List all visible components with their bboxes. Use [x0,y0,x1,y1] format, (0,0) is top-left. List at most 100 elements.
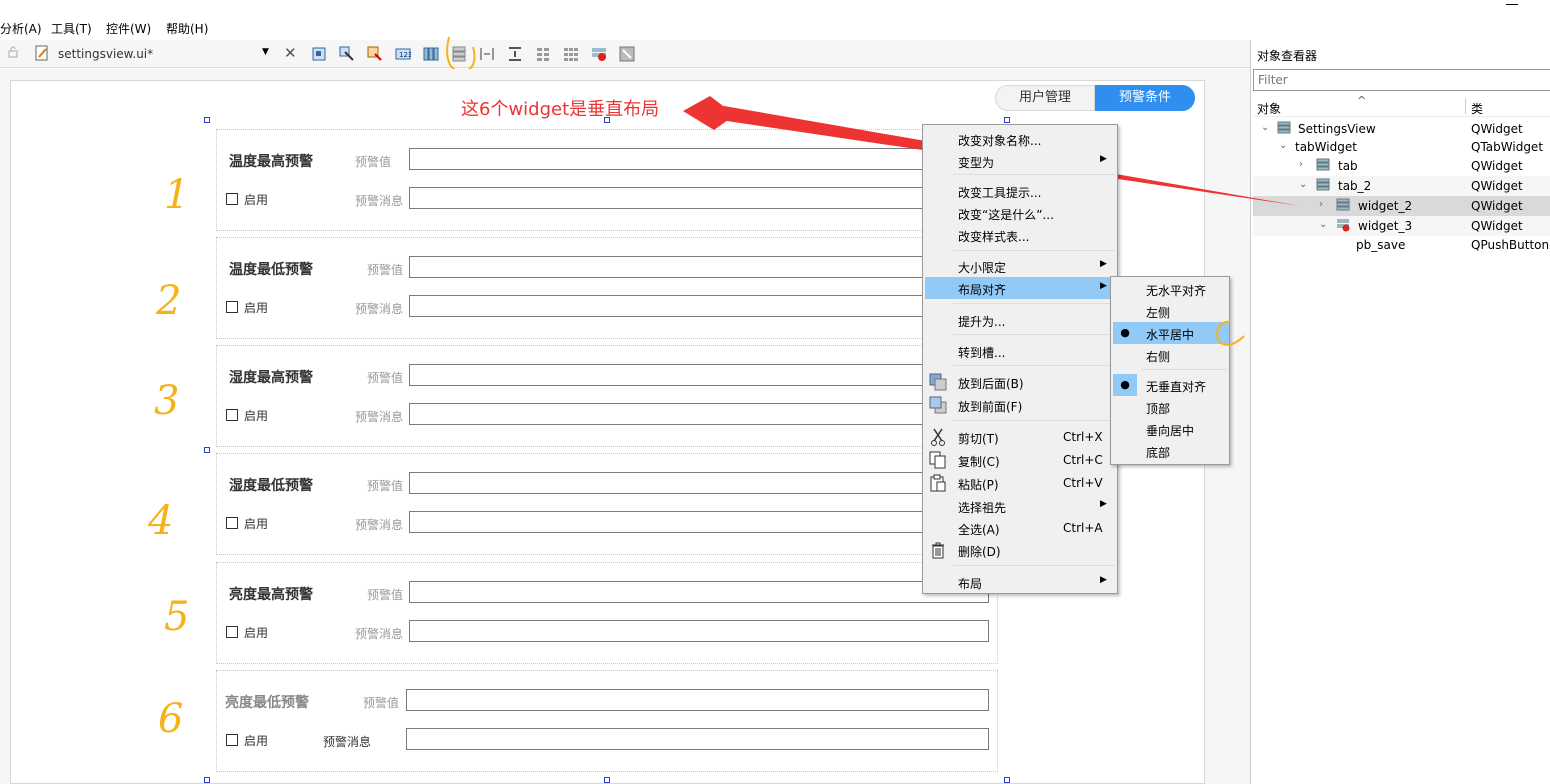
chevron-down-icon[interactable]: ▼ [262,47,269,57]
enable-checkbox[interactable] [226,409,238,421]
menu-item-whatsthis[interactable]: 改变“这是什么”... [925,202,1117,224]
menu-item-copy[interactable]: 复制(C) Ctrl+C [925,449,1117,471]
tree-row-tabwidget[interactable]: ⌄ tabWidget QTabWidget [1253,137,1550,157]
alert-group[interactable]: 湿度最高预警 预警值 启用 预警消息 [216,345,998,447]
value-input[interactable] [409,472,989,494]
selection-handle[interactable] [204,117,210,123]
align-hcenter[interactable]: ● 水平居中 [1113,322,1229,344]
align-right[interactable]: 右侧 [1113,344,1229,366]
menu-analyze[interactable]: 分析(A) [0,20,42,37]
filter-input[interactable]: Filter [1253,69,1550,91]
edit-tab-order-icon[interactable]: 123 [395,46,412,62]
enable-checkbox[interactable] [226,193,238,205]
layout-form-icon[interactable] [535,46,551,62]
menu-item-delete[interactable]: 删除(D) [925,539,1117,561]
chevron-down-icon[interactable]: ⌄ [1299,179,1307,190]
menu-item-layout[interactable]: 布局 ▶ [925,571,1117,593]
adjust-size-icon[interactable] [619,46,635,62]
enable-checkbox[interactable] [226,734,238,746]
menu-item-size-constraints[interactable]: 大小限定 ▶ [925,255,1117,277]
alert-group[interactable]: 湿度最低预警 预警值 启用 预警消息 [216,453,998,555]
message-input[interactable] [406,728,989,750]
edit-signals-icon[interactable] [339,46,355,62]
enable-checkbox[interactable] [226,517,238,529]
break-layout-icon[interactable] [591,46,607,62]
edit-buddies-icon[interactable] [367,46,383,62]
selection-handle[interactable] [1004,777,1010,783]
message-input[interactable] [409,620,989,642]
value-input[interactable] [409,581,989,603]
value-input[interactable] [406,689,989,711]
chevron-down-icon[interactable]: ⌄ [1261,122,1269,133]
menu-item-go-to-slot[interactable]: 转到槽... [925,340,1117,362]
enable-checkbox[interactable] [226,626,238,638]
selection-handle[interactable] [204,777,210,783]
message-input[interactable] [409,187,989,209]
menu-item-layout-alignment[interactable]: 布局对齐 ▶ [925,277,1117,299]
layout-grid-icon[interactable] [563,46,579,62]
col-object-header[interactable]: 对象 [1257,100,1281,117]
value-input[interactable] [409,148,989,170]
tree-row-settingsview[interactable]: ⌄ SettingsView QWidget [1253,119,1550,139]
menu-tools[interactable]: 工具(T) [51,20,92,37]
message-input[interactable] [409,511,989,533]
menu-item-cut[interactable]: 剪切(T) Ctrl+X [925,426,1117,448]
tree-row-tab2[interactable]: ⌄ tab_2 QWidget [1253,176,1550,196]
menu-item-select-all[interactable]: 全选(A) Ctrl+A [925,517,1117,539]
group-title: 亮度最低预警 [225,695,309,711]
menu-item-send-back[interactable]: 放到后面(B) [925,371,1117,393]
alert-group[interactable]: 温度最低预警 预警值 启用 预警消息 [216,237,998,339]
lock-icon[interactable] [8,46,18,58]
message-input[interactable] [409,403,989,425]
menu-item-stylesheet[interactable]: 改变样式表... [925,224,1117,246]
tree-row-tab[interactable]: › tab QWidget [1253,156,1550,176]
tab-alert-conditions[interactable]: 预警条件 [1095,85,1195,111]
menu-item-paste[interactable]: 粘贴(P) Ctrl+V [925,472,1117,494]
layout-splitter-v-icon[interactable] [507,46,523,62]
message-input[interactable] [409,295,989,317]
alert-group[interactable]: 亮度最低预警 预警值 启用 预警消息 [216,670,998,772]
enable-label: 启用 [244,193,269,207]
menu-item-tooltip[interactable]: 改变工具提示... [925,180,1117,202]
value-label: 预警值 [355,155,392,169]
handwritten-number: 4 [148,498,174,544]
tab-user-management[interactable]: 用户管理 [995,85,1095,111]
layout-splitter-h-icon[interactable] [479,46,495,62]
menu-item-bring-front[interactable]: 放到前面(F) [925,394,1117,416]
tree-row-pbsave[interactable]: pb_save QPushButton [1253,235,1550,255]
selection-handle[interactable] [1004,117,1010,123]
menu-help[interactable]: 帮助(H) [166,20,208,37]
value-input[interactable] [409,256,989,278]
chevron-down-icon[interactable]: ⌄ [1319,219,1327,230]
enable-checkbox[interactable] [226,301,238,313]
edit-widgets-icon[interactable] [311,46,327,62]
align-no-horizontal[interactable]: 无水平对齐 [1113,278,1229,300]
menu-widgets[interactable]: 控件(W) [106,20,151,37]
value-input[interactable] [409,364,989,386]
layout-alignment-submenu: 无水平对齐 左侧 ● 水平居中 右侧 ● 无垂直对齐 顶部 垂向居中 底部 [1110,276,1230,465]
selection-handle[interactable] [604,777,610,783]
menu-bar: 分析(A) 工具(T) 控件(W) 帮助(H) [0,18,1550,38]
layout-horizontal-icon[interactable] [423,46,439,62]
align-vcenter[interactable]: 垂向居中 [1113,418,1229,440]
minimize-icon[interactable] [1506,4,1518,5]
menu-item-promote[interactable]: 提升为... [925,309,1117,331]
menu-item-rename[interactable]: 改变对象名称... [925,128,1117,150]
align-no-vertical[interactable]: ● 无垂直对齐 [1113,374,1229,396]
col-class-header[interactable]: 类 [1471,100,1483,117]
menu-item-morph[interactable]: 变型为 ▶ [925,150,1117,172]
chevron-right-icon[interactable]: › [1319,199,1323,210]
close-file-icon[interactable]: ✕ [284,44,297,62]
tree-row-widget2[interactable]: › widget_2 QWidget [1253,196,1550,216]
file-selector[interactable]: settingsview.ui* ▼ [28,44,276,64]
menu-item-select-ancestor[interactable]: 选择祖先 ▶ [925,495,1117,517]
align-top[interactable]: 顶部 [1113,396,1229,418]
alert-group[interactable]: 亮度最高预警 预警值 启用 预警消息 [216,562,998,664]
alert-group[interactable]: 温度最高预警 预警值 启用 预警消息 [216,129,998,231]
tree-row-widget3[interactable]: ⌄ widget_3 QWidget [1253,216,1550,236]
align-left[interactable]: 左侧 [1113,300,1229,322]
align-bottom[interactable]: 底部 [1113,440,1229,462]
selection-handle[interactable] [204,447,210,453]
chevron-right-icon[interactable]: › [1299,159,1303,170]
chevron-down-icon[interactable]: ⌄ [1279,140,1287,151]
